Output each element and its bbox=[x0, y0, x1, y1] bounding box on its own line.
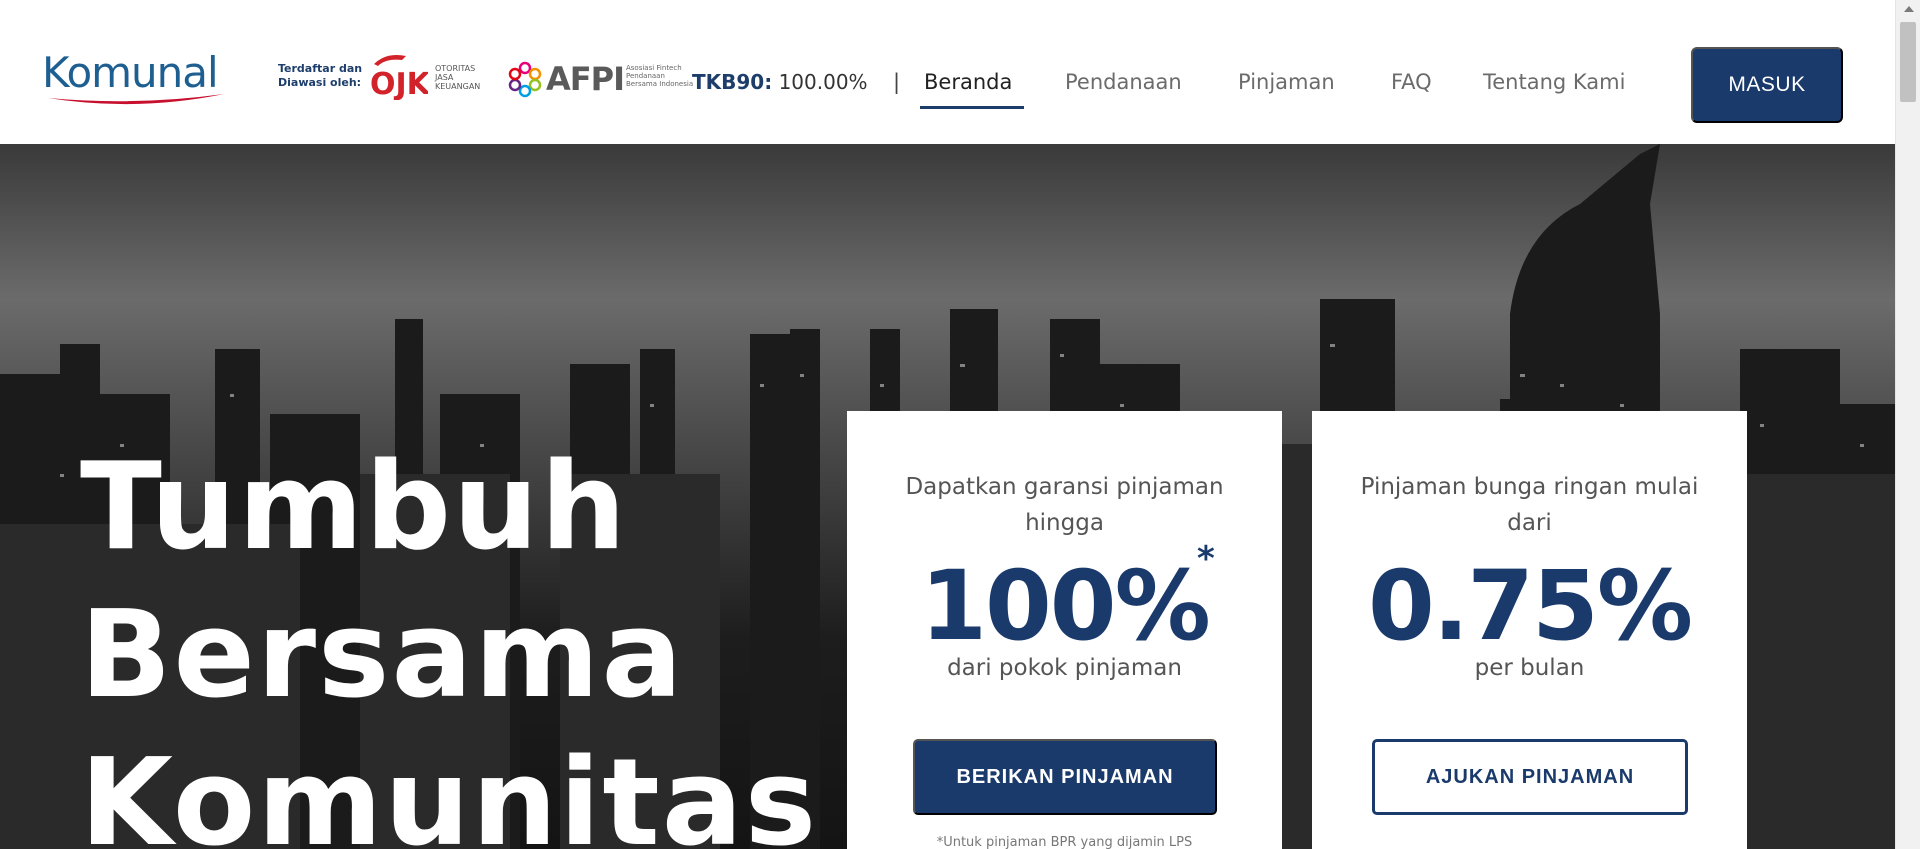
apply-loan-button[interactable]: AJUKAN PINJAMAN bbox=[1372, 739, 1688, 815]
guarantee-asterisk: * bbox=[1197, 539, 1215, 579]
nav-item-tentang-kami[interactable]: Tentang Kami bbox=[1483, 70, 1625, 94]
hero-section: Tumbuh Bersama Komunitas Dapatkan garans… bbox=[0, 144, 1895, 849]
borrower-card: Pinjaman bunga ringan mulai dari 0.75% p… bbox=[1312, 411, 1747, 849]
scroll-up-arrow-icon[interactable] bbox=[1904, 6, 1914, 12]
nav-item-pinjaman[interactable]: Pinjaman bbox=[1238, 70, 1335, 94]
guarantee-percent: 100% bbox=[920, 550, 1211, 662]
headline-line-2: Bersama bbox=[80, 586, 685, 725]
interest-rate: 0.75% bbox=[1367, 550, 1693, 662]
registered-label: Terdaftar dan Diawasi oleh: bbox=[278, 62, 363, 89]
nav-item-pendanaan[interactable]: Pendanaan bbox=[1065, 70, 1182, 94]
nav-separator: | bbox=[893, 70, 901, 94]
page-scrollbar[interactable] bbox=[1895, 0, 1920, 849]
afpi-flower-icon bbox=[508, 61, 542, 98]
tkb90-value: 100.00% bbox=[778, 70, 868, 94]
nav-item-faq[interactable]: FAQ bbox=[1391, 70, 1432, 94]
lender-card-footnote: *Untuk pinjaman BPR yang dijamin LPS bbox=[936, 835, 1193, 849]
tkb90-indicator: TKB90: 100.00% bbox=[692, 70, 868, 94]
afpi-wordmark: AFPI bbox=[546, 60, 625, 98]
site-header: Komunal Terdaftar dan Diawasi oleh: OJK … bbox=[0, 0, 1895, 144]
give-loan-button[interactable]: BERIKAN PINJAMAN bbox=[913, 739, 1217, 815]
scroll-thumb[interactable] bbox=[1900, 22, 1916, 102]
borrower-card-subtitle: per bulan bbox=[1474, 655, 1585, 681]
hero-headline: Tumbuh Bersama Komunitas bbox=[80, 434, 818, 849]
logo-swoosh-icon bbox=[48, 94, 224, 105]
headline-line-1: Tumbuh bbox=[80, 438, 628, 577]
headline-line-3: Komunitas bbox=[80, 734, 819, 849]
ojk-fullname: OTORITAS JASA KEUANGAN bbox=[435, 64, 481, 91]
ojk-logo-icon: OJK bbox=[370, 55, 428, 100]
komunal-logo[interactable]: Komunal bbox=[42, 48, 227, 110]
login-button[interactable]: MASUK bbox=[1691, 47, 1843, 123]
ojk-mark-text: OJK bbox=[370, 67, 428, 100]
logo-wordmark: Komunal bbox=[42, 48, 219, 97]
afpi-fullname: Asosiasi Fintech Pendanaan Bersama Indon… bbox=[626, 64, 694, 88]
lender-card-subtitle: dari pokok pinjaman bbox=[947, 655, 1182, 681]
nav-active-underline bbox=[920, 106, 1024, 109]
borrower-card-caption: Pinjaman bunga ringan mulai dari bbox=[1360, 474, 1699, 536]
nav-item-beranda[interactable]: Beranda bbox=[924, 70, 1012, 94]
lender-card-caption: Dapatkan garansi pinjaman hingga bbox=[905, 474, 1224, 536]
tkb90-label: TKB90: bbox=[692, 70, 773, 94]
lender-card: Dapatkan garansi pinjaman hingga 100% * … bbox=[847, 411, 1282, 849]
